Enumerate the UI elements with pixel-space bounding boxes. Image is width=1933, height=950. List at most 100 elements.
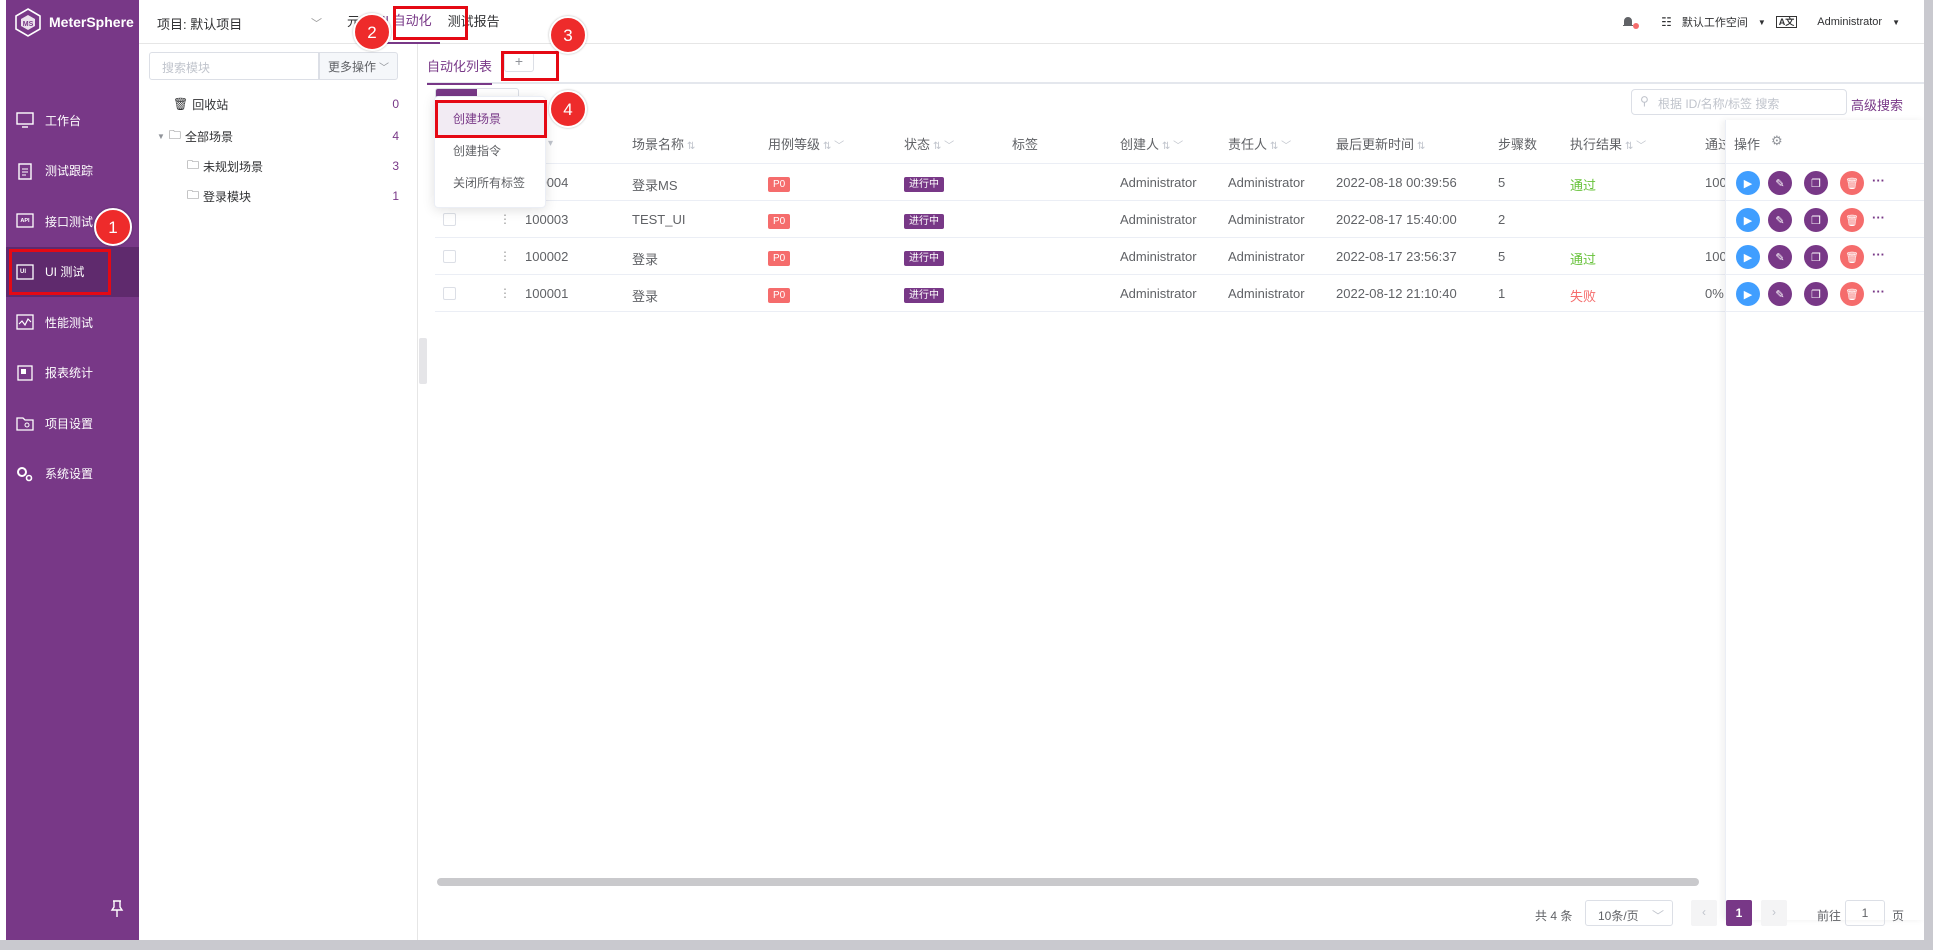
delete-button[interactable]: 🗑 <box>1840 245 1864 269</box>
next-page-button[interactable]: › <box>1761 900 1787 926</box>
more-actions-icon[interactable]: ··· <box>1872 210 1885 225</box>
tree-node-label: 全部场景 <box>184 129 233 144</box>
menu-item-close-all-tabs[interactable]: 关闭所有标签 <box>435 167 545 199</box>
run-button[interactable]: ▶ <box>1736 282 1760 306</box>
col-owner[interactable]: 责任人 ⇅ ﹀ <box>1228 134 1291 153</box>
cell-name[interactable]: TEST_UI <box>632 212 685 227</box>
tree-node-unplanned[interactable]: 🗀 未规划场景 3 <box>139 154 409 178</box>
cell-owner: Administrator <box>1228 249 1305 264</box>
col-creator[interactable]: 创建人 ⇅ ﹀ <box>1120 134 1183 153</box>
edit-button[interactable]: ✎ <box>1768 282 1792 306</box>
language-switch[interactable]: A文 <box>1775 16 1798 28</box>
sidebar-item-test-track[interactable]: 测试跟踪 <box>6 146 139 197</box>
sort-icon: ⇅ ﹀ <box>1270 141 1292 152</box>
workspace-selector[interactable]: 默认工作空间 <box>1682 14 1748 30</box>
col-result[interactable]: 执行结果 ⇅ ﹀ <box>1570 134 1646 153</box>
tab-automation-list[interactable]: 自动化列表 <box>427 56 493 85</box>
drag-handle-icon[interactable]: ⋮ <box>499 249 511 263</box>
row-checkbox[interactable] <box>443 213 456 226</box>
cell-pass-rate: 100 <box>1705 249 1727 264</box>
advanced-search-link[interactable]: 高级搜索 <box>1851 95 1903 114</box>
sort-icon: ⇅ ﹀ <box>1162 141 1184 152</box>
main-content: 自动化列表 + ⚲ 根据 ID/名称/标签 搜索 高级搜索 ▾ 场景名称 ⇅ 用例… <box>427 44 1924 940</box>
more-actions-icon[interactable]: ··· <box>1872 173 1885 188</box>
project-name: 项目: 默认项目 <box>157 17 243 32</box>
sort-icon: ⇅ <box>687 141 696 152</box>
col-updated[interactable]: 最后更新时间 ⇅ <box>1336 134 1425 153</box>
chevron-down-icon: ﹀ <box>379 62 389 74</box>
col-level[interactable]: 用例等级 ⇅ ﹀ <box>768 134 844 153</box>
tree-node-all-scenarios[interactable]: ▼ 🗀 全部场景 4 <box>139 124 409 148</box>
col-status[interactable]: 状态 ⇅ ﹀ <box>904 134 954 153</box>
delete-button[interactable]: 🗑 <box>1840 171 1864 195</box>
cell-name[interactable]: 登录 <box>632 249 658 268</box>
run-button[interactable]: ▶ <box>1736 245 1760 269</box>
horizontal-scrollbar[interactable] <box>437 878 1699 886</box>
tree-node-recycle[interactable]: 🗑 回收站 0 <box>139 92 409 116</box>
copy-button[interactable]: ❐ <box>1804 282 1828 306</box>
row-checkbox[interactable] <box>443 250 456 263</box>
run-button[interactable]: ▶ <box>1736 171 1760 195</box>
edit-button[interactable]: ✎ <box>1768 171 1792 195</box>
edit-button[interactable]: ✎ <box>1768 208 1792 232</box>
col-name[interactable]: 场景名称 ⇅ <box>632 134 695 153</box>
pagination-total: 共 4 条 <box>1535 909 1573 923</box>
folder-icon: 🗀 <box>187 187 200 202</box>
user-menu[interactable]: Administrator <box>1817 16 1882 28</box>
tree-node-login-module[interactable]: 🗀 登录模块 1 <box>139 184 409 208</box>
more-actions-icon[interactable]: ··· <box>1872 247 1885 262</box>
delete-button[interactable]: 🗑 <box>1840 208 1864 232</box>
caret-down-icon[interactable]: ▼ <box>157 132 165 141</box>
caret-down-icon: ▼ <box>1757 17 1766 27</box>
copy-button[interactable]: ❐ <box>1804 245 1828 269</box>
more-actions-icon[interactable]: ··· <box>1872 284 1885 299</box>
cell-result: 失败 <box>1570 289 1597 304</box>
sidebar-item-label: 接口测试 <box>45 214 94 229</box>
gear-icon <box>17 466 33 482</box>
goto-page-input[interactable]: 1 <box>1845 900 1885 926</box>
status-badge: 进行中 <box>904 214 944 229</box>
column-settings-icon[interactable]: ⚙ <box>1771 133 1783 149</box>
sidebar-item-performance[interactable]: 性能测试 <box>6 297 139 348</box>
scenario-search-input[interactable]: ⚲ 根据 ID/名称/标签 搜索 <box>1631 89 1847 115</box>
copy-button[interactable]: ❐ <box>1804 171 1828 195</box>
module-search-input[interactable]: 搜索模块 <box>149 52 319 80</box>
table-row[interactable]: 100004 登录MS P0 进行中 Administrator Adminis… <box>435 164 1727 201</box>
row-checkbox[interactable] <box>443 287 456 300</box>
status-badge: 进行中 <box>904 251 944 266</box>
table-row[interactable]: ⋮ 100003 TEST_UI P0 进行中 Administrator Ad… <box>435 201 1725 238</box>
caret-down-icon: ▼ <box>1892 17 1900 27</box>
tree-node-count: 3 <box>392 159 399 173</box>
table-row[interactable]: ⋮ 100002 登录 P0 进行中 Administrator Adminis… <box>435 238 1727 275</box>
prev-page-button[interactable]: ‹ <box>1691 900 1717 926</box>
col-label: 最后更新时间 <box>1336 137 1415 152</box>
sidebar-item-workbench[interactable]: 工作台 <box>6 95 139 146</box>
more-operations-button[interactable]: 更多操作 ﹀ <box>319 52 398 80</box>
run-button[interactable]: ▶ <box>1736 208 1760 232</box>
copy-button[interactable]: ❐ <box>1804 208 1828 232</box>
cell-pass-rate: 0% <box>1705 286 1724 301</box>
report-icon <box>17 365 33 381</box>
drag-handle-icon[interactable]: ⋮ <box>499 286 511 300</box>
delete-button[interactable]: 🗑 <box>1840 282 1864 306</box>
sidebar-item-report[interactable]: 报表统计 <box>6 348 139 399</box>
chevron-down-icon: ﹀ <box>1651 909 1664 923</box>
sort-icon: ⇅ ﹀ <box>1625 141 1647 152</box>
project-selector[interactable]: 项目: 默认项目 ﹀ <box>157 14 322 32</box>
cell-id: 100001 <box>525 286 569 301</box>
panel-resize-handle[interactable] <box>419 338 427 384</box>
table-row[interactable]: ⋮ 100001 登录 P0 进行中 Administrator Adminis… <box>435 275 1725 312</box>
cell-name[interactable]: 登录MS <box>632 175 678 194</box>
page-size-select[interactable]: 10条/页 ﹀ <box>1585 900 1673 926</box>
edit-button[interactable]: ✎ <box>1768 245 1792 269</box>
page-number-current[interactable]: 1 <box>1726 900 1752 926</box>
cell-steps: 5 <box>1498 175 1506 190</box>
sidebar-item-system-settings[interactable]: 系统设置 <box>6 449 139 500</box>
pin-icon[interactable] <box>110 900 124 918</box>
cell-name[interactable]: 登录 <box>632 286 658 305</box>
drag-handle-icon[interactable]: ⋮ <box>499 212 511 226</box>
logo[interactable]: MS MeterSphere <box>6 0 139 44</box>
menu-item-create-command[interactable]: 创建指令 <box>435 135 545 167</box>
sidebar-item-label: 报表统计 <box>45 366 94 381</box>
sidebar-item-project-settings[interactable]: 项目设置 <box>6 398 139 449</box>
